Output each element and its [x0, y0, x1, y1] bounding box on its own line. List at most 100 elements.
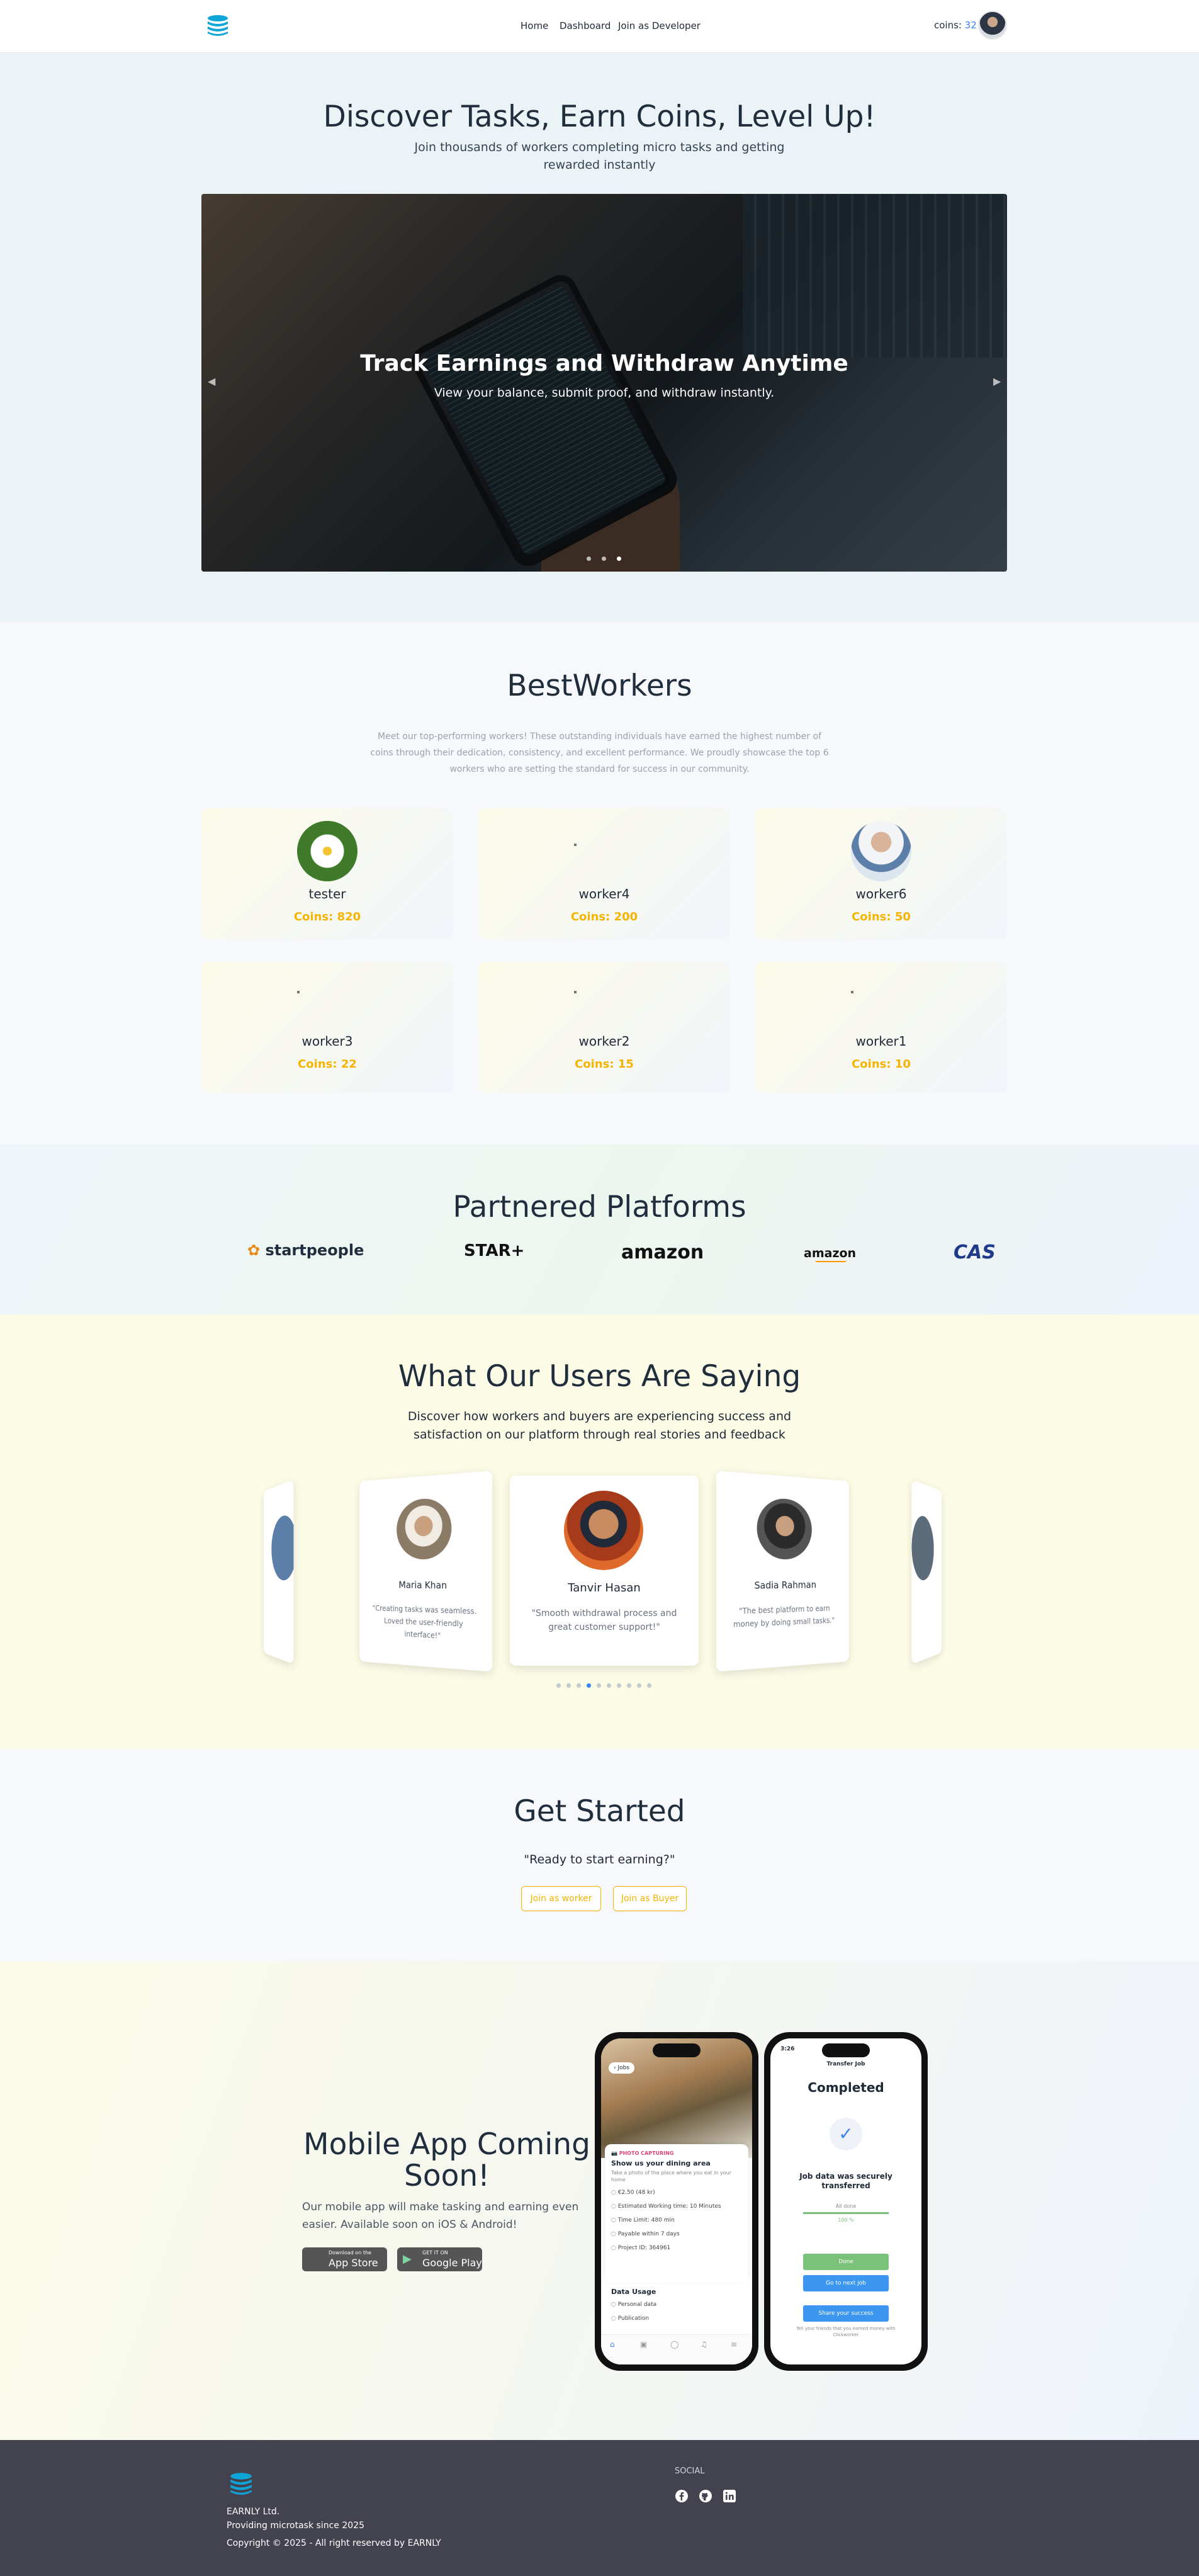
hero-subtitle: Join thousands of workers completing mic… [390, 138, 809, 174]
carousel-dot-3-active[interactable] [617, 556, 621, 561]
worker-avatar [574, 968, 634, 1029]
testimonial-avatar-sadia [757, 1497, 812, 1559]
coins-value: 32 [965, 20, 977, 31]
worker-name: worker2 [478, 1034, 730, 1049]
worker-avatar [851, 821, 911, 881]
testimonial-card-center[interactable]: Tanvir Hasan "Smooth withdrawal process … [510, 1476, 699, 1666]
google-play-button[interactable]: ▶ GET IT ON Google Play [397, 2247, 482, 2271]
github-icon[interactable] [699, 2489, 712, 2503]
worker-avatar [851, 968, 911, 1029]
worker-card[interactable]: worker3 Coins: 22 [201, 962, 453, 1093]
task-row-time: ◌ Estimated Working time: 10 Minutes [611, 2203, 721, 2210]
tab-menu-icon[interactable]: ≡ [731, 2340, 737, 2349]
testimonial-quote: "Creating tasks was seamless. Loved the … [370, 1602, 480, 1644]
nav-link-join-developer[interactable]: Join as Developer [618, 20, 701, 31]
worker-coins: Coins: 15 [478, 1058, 730, 1071]
tab-home-icon[interactable]: ⌂ [610, 2340, 615, 2349]
join-buyer-button[interactable]: Join as Buyer [613, 1886, 687, 1911]
partners-title: Partnered Platforms [0, 1190, 1199, 1224]
worker-card[interactable]: worker4 Coins: 200 [478, 808, 730, 939]
task-tag: 📷 PHOTO CAPTURING [611, 2150, 673, 2156]
partner-logo-cas: CAS [954, 1241, 996, 1263]
facebook-icon[interactable] [675, 2489, 689, 2503]
testimonial-avatar-far-right [912, 1513, 934, 1581]
testimonial-card-far-left[interactable] [264, 1479, 294, 1664]
worker-coins: Coins: 22 [201, 1058, 453, 1071]
join-worker-button[interactable]: Join as worker [521, 1886, 601, 1911]
testimonial-dot[interactable] [637, 1683, 641, 1688]
task-row-project: ◌ Project ID: 364961 [611, 2245, 670, 2251]
progress-percent: 100 % [783, 2217, 909, 2223]
user-avatar[interactable] [978, 11, 1007, 40]
done-button[interactable]: Done [803, 2254, 889, 2270]
testimonial-dot[interactable] [617, 1683, 621, 1688]
testimonial-dot[interactable] [627, 1683, 631, 1688]
checkmark-icon: ✓ [830, 2118, 862, 2150]
app-store-button[interactable]: Download on the App Store [302, 2247, 387, 2271]
slide-overlay [201, 194, 1007, 572]
mobile-app-title: Mobile App Coming Soon! [296, 2129, 598, 2192]
worker-avatar [297, 821, 357, 881]
partner-logo-startpeople: ✿ startpeople [247, 1241, 364, 1259]
worker-avatar [297, 968, 357, 1029]
worker-card[interactable]: tester Coins: 820 [201, 808, 453, 939]
testimonial-dot[interactable] [577, 1683, 581, 1688]
testimonial-card-far-right[interactable] [912, 1479, 942, 1664]
app-store-small-text: Download on the [329, 2250, 371, 2256]
google-play-small-text: GET IT ON [422, 2250, 448, 2256]
amazon-smile-icon [815, 1260, 847, 1262]
footer-social-title: SOCIAL [675, 2466, 705, 2476]
next-job-button[interactable]: Go to next job [803, 2275, 889, 2291]
testimonial-card-left[interactable]: Maria Khan "Creating tasks was seamless.… [359, 1471, 492, 1671]
task-row-project-text: Project ID: 364961 [618, 2245, 671, 2251]
partner-logo-amazon-small-text: amazon [804, 1246, 856, 1260]
get-started-title: Get Started [0, 1794, 1199, 1829]
task-row-pay-text: €2.50 (48 kr) [618, 2189, 655, 2196]
worker-coins: Coins: 10 [755, 1058, 1007, 1071]
completed-status: Completed [770, 2080, 921, 2095]
testimonial-dot[interactable] [587, 1683, 591, 1688]
hero-title: Discover Tasks, Earn Coins, Level Up! [0, 99, 1199, 134]
testimonial-dot[interactable] [556, 1683, 561, 1688]
testimonial-card-right[interactable]: Sadia Rahman "The best platform to earn … [716, 1471, 849, 1671]
transfer-job-header: Transfer Job [770, 2061, 921, 2067]
worker-name: worker1 [755, 1034, 1007, 1049]
coin-stack-logo-icon[interactable] [205, 13, 230, 38]
worker-card[interactable]: worker1 Coins: 10 [755, 962, 1007, 1093]
tab-notifications-icon[interactable]: ♫ [701, 2340, 707, 2349]
carousel-dot-1[interactable] [587, 556, 591, 561]
back-to-jobs-label: Jobs [617, 2065, 629, 2071]
testimonials-title: What Our Users Are Saying [0, 1359, 1199, 1394]
hero-carousel[interactable]: Track Earnings and Withdraw Anytime View… [201, 194, 1007, 572]
transfer-message: Job data was securely transferred [783, 2172, 909, 2191]
testimonial-dot[interactable] [607, 1683, 611, 1688]
share-success-button[interactable]: Share your success [803, 2305, 889, 2322]
worker-card[interactable]: worker6 Coins: 50 [755, 808, 1007, 939]
worker-name: tester [201, 886, 453, 901]
footer-logo-icon[interactable] [228, 2470, 254, 2497]
linkedin-icon[interactable] [723, 2489, 736, 2503]
tab-profile-icon[interactable]: ◯ [670, 2340, 678, 2349]
worker-card[interactable]: worker2 Coins: 15 [478, 962, 730, 1093]
carousel-prev-arrow-icon[interactable]: ◀ [208, 375, 215, 387]
carousel-dot-2[interactable] [602, 556, 606, 561]
testimonial-dot[interactable] [566, 1683, 571, 1688]
nav-link-home[interactable]: Home [521, 20, 548, 31]
startpeople-mark-icon: ✿ [247, 1241, 260, 1259]
nav-link-dashboard[interactable]: Dashboard [560, 20, 611, 31]
testimonial-dot[interactable] [597, 1683, 601, 1688]
footer-copyright: Copyright © 2025 - All right reserved by… [227, 2538, 441, 2548]
carousel-next-arrow-icon[interactable]: ▶ [993, 375, 1001, 387]
app-store-big-text: App Store [329, 2257, 378, 2269]
task-row-pay: ◌ €2.50 (48 kr) [611, 2189, 655, 2196]
back-to-jobs-button[interactable]: ‹ Jobs [609, 2062, 634, 2074]
task-heading: Show us your dining area [611, 2159, 711, 2167]
phone-screen-task: ‹ Jobs 📷 PHOTO CAPTURING Show us your di… [601, 2038, 752, 2364]
testimonial-dot[interactable] [647, 1683, 651, 1688]
testimonial-avatar-far-left [271, 1513, 293, 1581]
data-usage-title: Data Usage [611, 2288, 656, 2296]
get-started-subtitle: "Ready to start earning?" [0, 1853, 1199, 1867]
share-footer-note: Tell your friends that you earned money … [796, 2325, 896, 2338]
tab-jobs-icon[interactable]: ▣ [640, 2340, 647, 2349]
partner-logo-amazon-small: amazon [804, 1246, 856, 1262]
